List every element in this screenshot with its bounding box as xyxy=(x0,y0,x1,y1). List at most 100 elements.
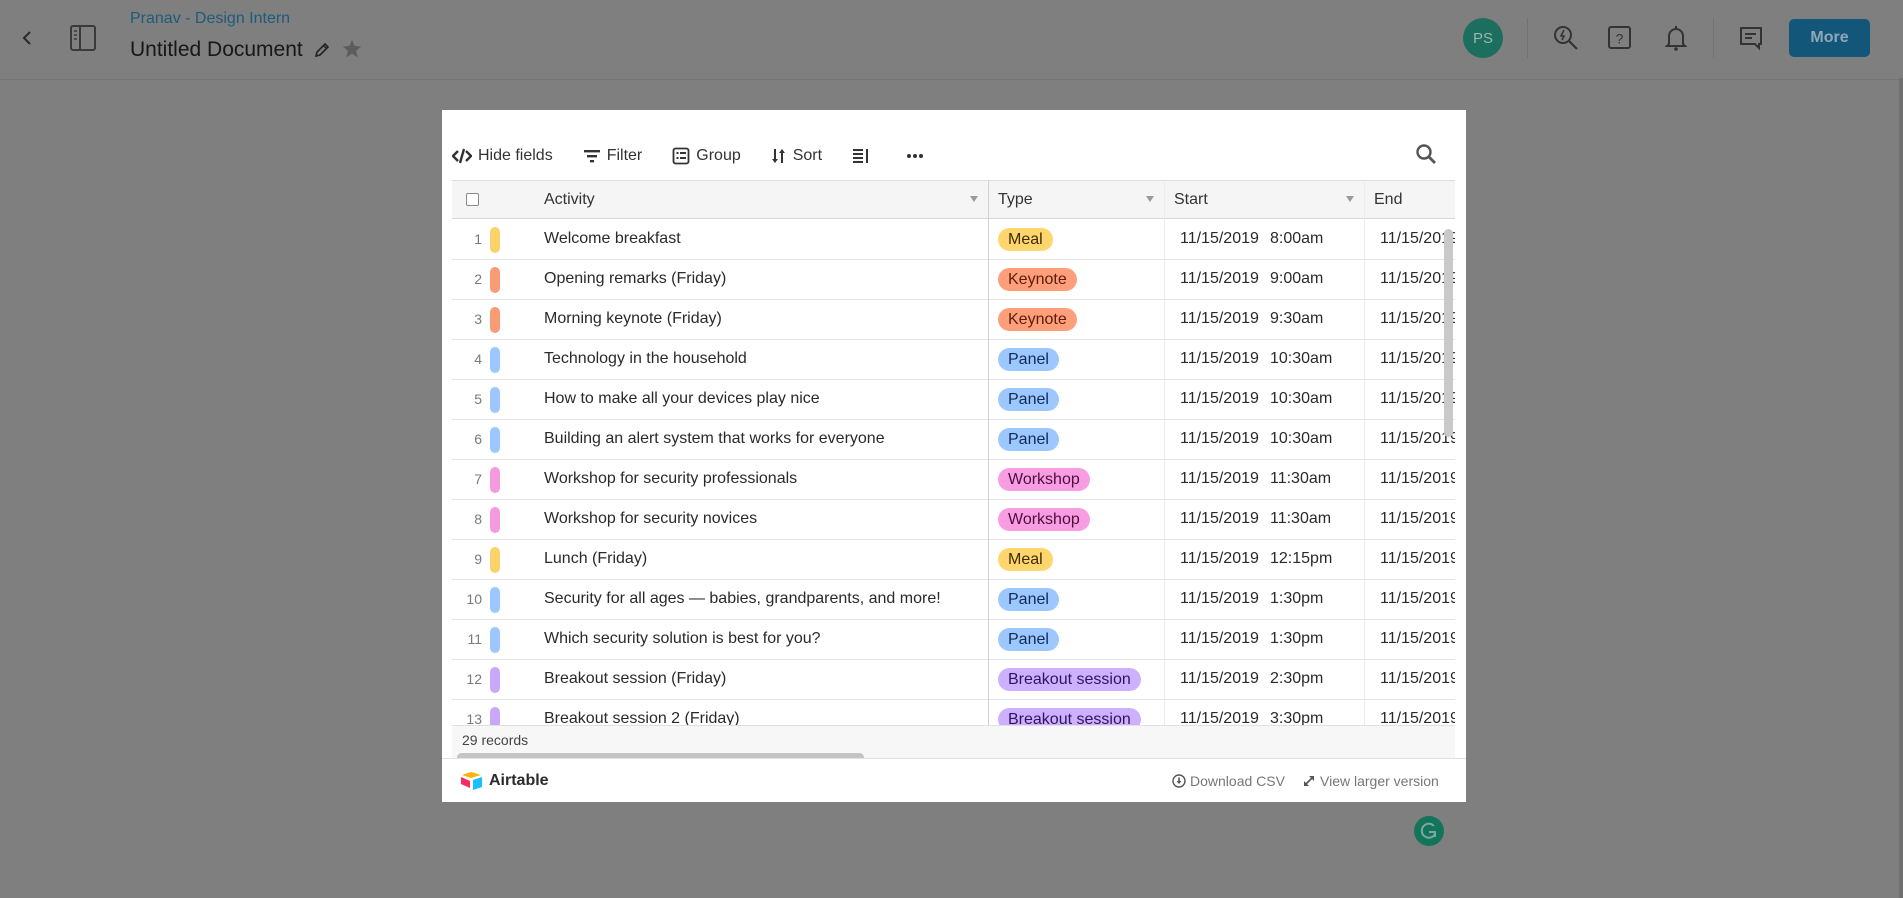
table-row[interactable]: 13 Breakout session 2 (Friday) Breakout se… xyxy=(452,700,1455,725)
column-menu-caret-icon[interactable] xyxy=(1346,196,1354,202)
airtable-logo[interactable]: Airtable xyxy=(460,771,549,791)
start-time-cell[interactable]: 11:30am xyxy=(1270,470,1331,488)
start-date-cell[interactable]: 11/15/2019 xyxy=(1180,510,1259,528)
type-pill[interactable]: Panel xyxy=(998,428,1059,451)
table-row[interactable]: 7 Workshop for security professionals Work… xyxy=(452,460,1455,500)
start-time-cell[interactable]: 1:30pm xyxy=(1270,630,1323,648)
type-pill[interactable]: Panel xyxy=(998,388,1059,411)
start-date-cell[interactable]: 11/15/2019 xyxy=(1180,670,1259,688)
type-pill[interactable]: Panel xyxy=(998,348,1059,371)
start-time-cell[interactable]: 8:00am xyxy=(1270,230,1323,248)
start-time-cell[interactable]: 1:30pm xyxy=(1270,590,1323,608)
more-button[interactable]: More xyxy=(1789,19,1870,57)
group-button[interactable]: Group xyxy=(672,147,741,165)
filter-button[interactable]: Filter xyxy=(583,147,642,165)
end-cell[interactable]: 11/15/2019 xyxy=(1380,670,1455,688)
more-options-button[interactable] xyxy=(906,153,930,159)
type-pill[interactable]: Panel xyxy=(998,588,1059,611)
table-row[interactable]: 2 Opening remarks (Friday) Keynote 11/15/20… xyxy=(452,260,1455,300)
table-row[interactable]: 10 Security for all ages — babies, grandp… xyxy=(452,580,1455,620)
start-date-cell[interactable]: 11/15/2019 xyxy=(1180,710,1259,725)
start-time-cell[interactable]: 3:30pm xyxy=(1270,710,1323,725)
table-row[interactable]: 12 Breakout session (Friday) Breakout sess… xyxy=(452,660,1455,700)
end-cell[interactable]: 11/15/2019 xyxy=(1380,590,1455,608)
bell-icon[interactable] xyxy=(1662,24,1690,52)
activity-cell[interactable]: Which security solution is best for you? xyxy=(544,630,821,648)
activity-cell[interactable]: Lunch (Friday) xyxy=(544,550,647,568)
select-all-checkbox[interactable] xyxy=(466,193,479,206)
star-icon[interactable] xyxy=(341,38,363,60)
table-row[interactable]: 6 Building an alert system that works for… xyxy=(452,420,1455,460)
start-date-cell[interactable]: 11/15/2019 xyxy=(1180,430,1259,448)
vertical-scrollbar[interactable] xyxy=(1444,229,1453,437)
table-row[interactable]: 1 Welcome breakfast Meal 11/15/2019 8:00am 11… xyxy=(452,220,1455,260)
end-cell[interactable]: 11/15/2019 xyxy=(1380,510,1455,528)
activity-cell[interactable]: Workshop for security novices xyxy=(544,510,757,528)
comment-icon[interactable] xyxy=(1737,24,1765,52)
column-header-end[interactable]: End xyxy=(1364,181,1455,219)
column-header-activity[interactable]: Activity xyxy=(534,181,988,219)
start-time-cell[interactable]: 10:30am xyxy=(1270,430,1332,448)
start-date-cell[interactable]: 11/15/2019 xyxy=(1180,550,1259,568)
sidebar-panel-icon[interactable] xyxy=(70,24,96,52)
end-cell[interactable]: 11/15/2019 xyxy=(1380,470,1455,488)
start-time-cell[interactable]: 10:30am xyxy=(1270,350,1332,368)
column-header-start[interactable]: Start xyxy=(1164,181,1364,219)
end-cell[interactable]: 11/15/2019 xyxy=(1380,550,1455,568)
activity-cell[interactable]: How to make all your devices play nice xyxy=(544,390,820,408)
activity-cell[interactable]: Breakout session 2 (Friday) xyxy=(544,710,740,725)
search-icon[interactable] xyxy=(1414,142,1438,166)
end-cell[interactable]: 11/15/2019 xyxy=(1380,710,1455,725)
column-header-type[interactable]: Type xyxy=(988,181,1164,219)
activity-cell[interactable]: Opening remarks (Friday) xyxy=(544,270,726,288)
start-time-cell[interactable]: 9:30am xyxy=(1270,310,1323,328)
activity-cell[interactable]: Technology in the household xyxy=(544,350,747,368)
start-date-cell[interactable]: 11/15/2019 xyxy=(1180,270,1259,288)
end-cell[interactable]: 11/15/2019 xyxy=(1380,630,1455,648)
breadcrumb[interactable]: Pranav - Design Intern xyxy=(130,10,290,28)
quick-search-icon[interactable] xyxy=(1552,24,1580,52)
start-time-cell[interactable]: 12:15pm xyxy=(1270,550,1332,568)
type-pill[interactable]: Breakout session xyxy=(998,668,1141,691)
table-row[interactable]: 5 How to make all your devices play nice P… xyxy=(452,380,1455,420)
type-pill[interactable]: Keynote xyxy=(998,308,1077,331)
page-scrollbar[interactable] xyxy=(1899,78,1903,898)
table-row[interactable]: 11 Which security solution is best for yo… xyxy=(452,620,1455,660)
start-time-cell[interactable]: 2:30pm xyxy=(1270,670,1323,688)
sort-button[interactable]: Sort xyxy=(771,147,822,165)
start-date-cell[interactable]: 11/15/2019 xyxy=(1180,350,1259,368)
back-icon[interactable] xyxy=(18,24,38,52)
type-pill[interactable]: Workshop xyxy=(998,508,1090,531)
activity-cell[interactable]: Morning keynote (Friday) xyxy=(544,310,722,328)
start-date-cell[interactable]: 11/15/2019 xyxy=(1180,630,1259,648)
type-pill[interactable]: Workshop xyxy=(998,468,1090,491)
type-pill[interactable]: Panel xyxy=(998,628,1059,651)
type-pill[interactable]: Meal xyxy=(998,548,1053,571)
activity-cell[interactable]: Breakout session (Friday) xyxy=(544,670,726,688)
start-time-cell[interactable]: 9:00am xyxy=(1270,270,1323,288)
user-avatar[interactable]: PS xyxy=(1463,18,1503,58)
table-row[interactable]: 9 Lunch (Friday) Meal 11/15/2019 12:15pm 11/1… xyxy=(452,540,1455,580)
activity-cell[interactable]: Welcome breakfast xyxy=(544,230,681,248)
start-date-cell[interactable]: 11/15/2019 xyxy=(1180,470,1259,488)
grammarly-icon[interactable] xyxy=(1414,816,1444,846)
activity-cell[interactable]: Security for all ages — babies, grandpar… xyxy=(544,590,941,608)
column-menu-caret-icon[interactable] xyxy=(1146,196,1154,202)
start-time-cell[interactable]: 10:30am xyxy=(1270,390,1332,408)
start-date-cell[interactable]: 11/15/2019 xyxy=(1180,310,1259,328)
hide-fields-button[interactable]: Hide fields xyxy=(452,147,553,165)
start-date-cell[interactable]: 11/15/2019 xyxy=(1180,390,1259,408)
activity-cell[interactable]: Building an alert system that works for … xyxy=(544,430,885,448)
type-pill[interactable]: Keynote xyxy=(998,268,1077,291)
download-csv-link[interactable]: Download CSV xyxy=(1172,773,1285,789)
start-date-cell[interactable]: 11/15/2019 xyxy=(1180,590,1259,608)
column-menu-caret-icon[interactable] xyxy=(970,196,978,202)
type-pill[interactable]: Breakout session xyxy=(998,708,1141,725)
row-height-button[interactable] xyxy=(852,147,876,165)
table-row[interactable]: 3 Morning keynote (Friday) Keynote 11/15/20… xyxy=(452,300,1455,340)
pencil-icon[interactable] xyxy=(313,41,331,59)
view-larger-link[interactable]: View larger version xyxy=(1302,773,1439,789)
activity-cell[interactable]: Workshop for security professionals xyxy=(544,470,797,488)
start-date-cell[interactable]: 11/15/2019 xyxy=(1180,230,1259,248)
type-pill[interactable]: Meal xyxy=(998,228,1053,251)
